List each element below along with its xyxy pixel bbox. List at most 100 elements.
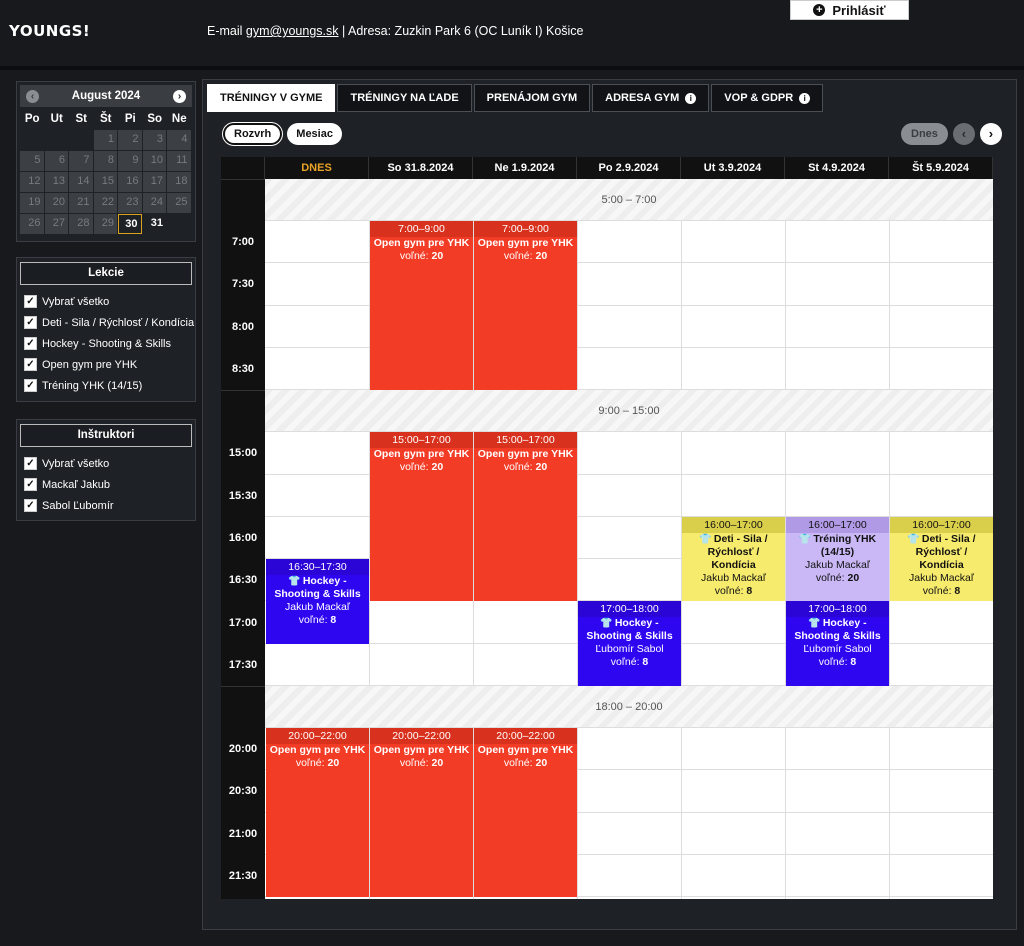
calendar-day[interactable]: 9 xyxy=(118,151,142,171)
lesson-checkbox-row[interactable]: ✓ Tréning YHK (14/15) xyxy=(20,375,192,396)
calendar-month: August 2024 xyxy=(71,90,141,102)
calendar-day[interactable]: 11 xyxy=(167,151,191,171)
checkbox-checked-icon[interactable]: ✓ xyxy=(24,499,37,512)
weekday-label: Ne xyxy=(171,113,187,125)
view-mesiac-button[interactable]: Mesiac xyxy=(287,123,342,145)
event-free-spots: voľné: 8 xyxy=(578,656,681,669)
schedule-event[interactable]: 7:00–9:00 Open gym pre YHK voľné: 20 xyxy=(474,221,577,391)
calendar-day[interactable]: 15 xyxy=(93,172,117,192)
calendar-day[interactable]: 28 xyxy=(69,214,93,234)
logo[interactable]: YOUNGS! xyxy=(9,22,90,40)
checkbox-checked-icon[interactable]: ✓ xyxy=(24,478,37,491)
grid-vline xyxy=(577,179,578,899)
login-button[interactable]: + Prihlásiť xyxy=(790,0,909,20)
lesson-checkbox-row[interactable]: ✓ Vybrať všetko xyxy=(20,291,192,312)
instructor-checkbox-row[interactable]: ✓ Sabol Ľubomír xyxy=(20,495,192,516)
email-link[interactable]: gym@youngs.sk xyxy=(246,24,339,38)
view-rozvrh-button[interactable]: Rozvrh xyxy=(223,123,283,145)
schedule-event[interactable]: 16:30–17:30 👕 Hockey - Shooting & Skills Ja… xyxy=(266,559,369,644)
day-column-header: Št 5.9.2024 xyxy=(889,157,993,179)
weekday-label: Pi xyxy=(124,113,136,125)
free-label: voľné: xyxy=(503,757,536,769)
calendar-day[interactable]: 17 xyxy=(142,172,166,192)
time-label: 20:30 xyxy=(221,770,265,813)
calendar-day[interactable]: 31 xyxy=(142,214,166,234)
calendar-day[interactable]: 8 xyxy=(93,151,117,171)
today-button[interactable]: Dnes xyxy=(901,123,948,145)
next-week-button[interactable]: › xyxy=(979,123,1002,145)
event-title: 👕 Deti - Sila / Rýchlosť / Kondícia xyxy=(682,533,785,572)
calendar-day[interactable]: 14 xyxy=(69,172,93,192)
event-title-text: Open gym pre YHK xyxy=(477,448,574,461)
calendar-day[interactable]: 26 xyxy=(20,214,44,234)
person-icon: 👕 xyxy=(798,533,812,545)
calendar-day[interactable]: 22 xyxy=(93,193,117,213)
schedule-event[interactable]: 15:00–17:00 Open gym pre YHK voľné: 20 xyxy=(370,432,473,602)
calendar-day[interactable]: 7 xyxy=(69,151,93,171)
calendar-day[interactable]: 29 xyxy=(93,214,117,234)
person-icon: 👕 xyxy=(600,618,613,630)
lesson-checkbox-row[interactable]: ✓ Deti - Sila / Rýchlosť / Kondícia xyxy=(20,312,194,333)
schedule-corner xyxy=(221,157,265,179)
checkbox-checked-icon[interactable]: ✓ xyxy=(24,316,37,329)
event-time: 17:00–18:00 xyxy=(578,601,681,618)
calendar-day[interactable]: 6 xyxy=(44,151,68,171)
event-time: 16:00–17:00 xyxy=(890,516,993,533)
schedule-event[interactable]: 16:00–17:00 👕 Tréning YHK (14/15) Jakub Mac… xyxy=(786,516,889,602)
calendar-day[interactable]: 20 xyxy=(44,193,68,213)
tab-item[interactable]: ADRESA GYM i xyxy=(592,84,710,112)
calendar-day[interactable]: 4 xyxy=(167,130,191,150)
address-text: | Adresa: Zuzkin Park 6 (OC Luník I) Koš… xyxy=(338,24,584,38)
calendar-day[interactable]: 21 xyxy=(69,193,93,213)
tab-item[interactable]: PRENÁJOM GYM xyxy=(473,84,591,112)
calendar-day[interactable]: 30 xyxy=(118,214,142,234)
checkbox-checked-icon[interactable]: ✓ xyxy=(24,358,37,371)
schedule-event[interactable]: 7:00–9:00 Open gym pre YHK voľné: 20 xyxy=(370,221,473,391)
schedule-event[interactable]: 20:00–22:00 Open gym pre YHK voľné: 20 xyxy=(370,728,473,898)
calendar-day[interactable]: 10 xyxy=(142,151,166,171)
free-count: 8 xyxy=(746,584,753,597)
schedule-event[interactable]: 20:00–22:00 Open gym pre YHK voľné: 20 xyxy=(266,728,369,898)
calendar-day[interactable]: 16 xyxy=(118,172,142,192)
calendar-day[interactable]: 24 xyxy=(142,193,166,213)
time-gap-row: 18:00 – 20:00 xyxy=(265,686,993,728)
schedule-event[interactable]: 17:00–18:00 👕 Hockey - Shooting & Skills Ľu… xyxy=(786,601,889,686)
schedule-event[interactable]: 16:00–17:00 👕 Deti - Sila / Rýchlosť / Kon… xyxy=(682,516,785,602)
prev-week-button[interactable]: ‹ xyxy=(952,123,975,145)
checkbox-checked-icon[interactable]: ✓ xyxy=(24,295,37,308)
tab-item[interactable]: VOP & GDPR i xyxy=(711,84,824,112)
instructor-checkbox-row[interactable]: ✓ Mackaľ Jakub xyxy=(20,474,192,495)
calendar-day[interactable]: 5 xyxy=(20,151,44,171)
checkbox-checked-icon[interactable]: ✓ xyxy=(24,379,37,392)
calendar-day[interactable]: 23 xyxy=(118,193,142,213)
calendar-day[interactable]: 1 xyxy=(93,130,117,150)
contact-prefix: E-mail xyxy=(207,24,246,38)
chevron-left-icon[interactable]: ‹ xyxy=(26,89,39,103)
tab-item[interactable]: TRÉNINGY V GYME xyxy=(207,84,336,112)
free-label: voľné: xyxy=(503,461,536,474)
checkbox-checked-icon[interactable]: ✓ xyxy=(24,457,37,470)
free-label: voľné: xyxy=(610,656,643,669)
calendar-day[interactable]: 3 xyxy=(142,130,166,150)
calendar-day[interactable]: 2 xyxy=(118,130,142,150)
event-time: 20:00–22:00 xyxy=(266,728,369,744)
schedule-event[interactable]: 15:00–17:00 Open gym pre YHK voľné: 20 xyxy=(474,432,577,602)
schedule-event[interactable]: 20:00–22:00 Open gym pre YHK voľné: 20 xyxy=(474,728,577,898)
schedule-event[interactable]: 17:00–18:00 👕 Hockey - Shooting & Skills Ľu… xyxy=(578,601,681,686)
chevron-right-icon[interactable]: › xyxy=(172,89,186,103)
lesson-checkbox-row[interactable]: ✓ Hockey - Shooting & Skills xyxy=(20,333,192,354)
free-label: voľné: xyxy=(818,656,851,669)
calendar-day[interactable]: 27 xyxy=(44,214,68,234)
calendar-day[interactable]: 12 xyxy=(20,172,44,192)
lesson-checkbox-row[interactable]: ✓ Open gym pre YHK xyxy=(20,354,192,375)
schedule-event[interactable]: 16:00–17:00 👕 Deti - Sila / Rýchlosť / Kon… xyxy=(890,516,993,602)
instructor-checkbox-row[interactable]: ✓ Vybrať všetko xyxy=(20,453,192,474)
calendar-day[interactable]: 25 xyxy=(167,193,191,213)
calendar-day[interactable]: 13 xyxy=(44,172,68,192)
checkbox-checked-icon[interactable]: ✓ xyxy=(24,337,37,350)
day-column-header: St 4.9.2024 xyxy=(785,157,889,179)
tab-item[interactable]: TRÉNINGY NA ĽADE xyxy=(337,84,472,112)
calendar-day[interactable]: 19 xyxy=(20,193,44,213)
calendar-day[interactable]: 18 xyxy=(167,172,191,192)
event-instructor: Jakub Mackaľ xyxy=(805,558,870,571)
